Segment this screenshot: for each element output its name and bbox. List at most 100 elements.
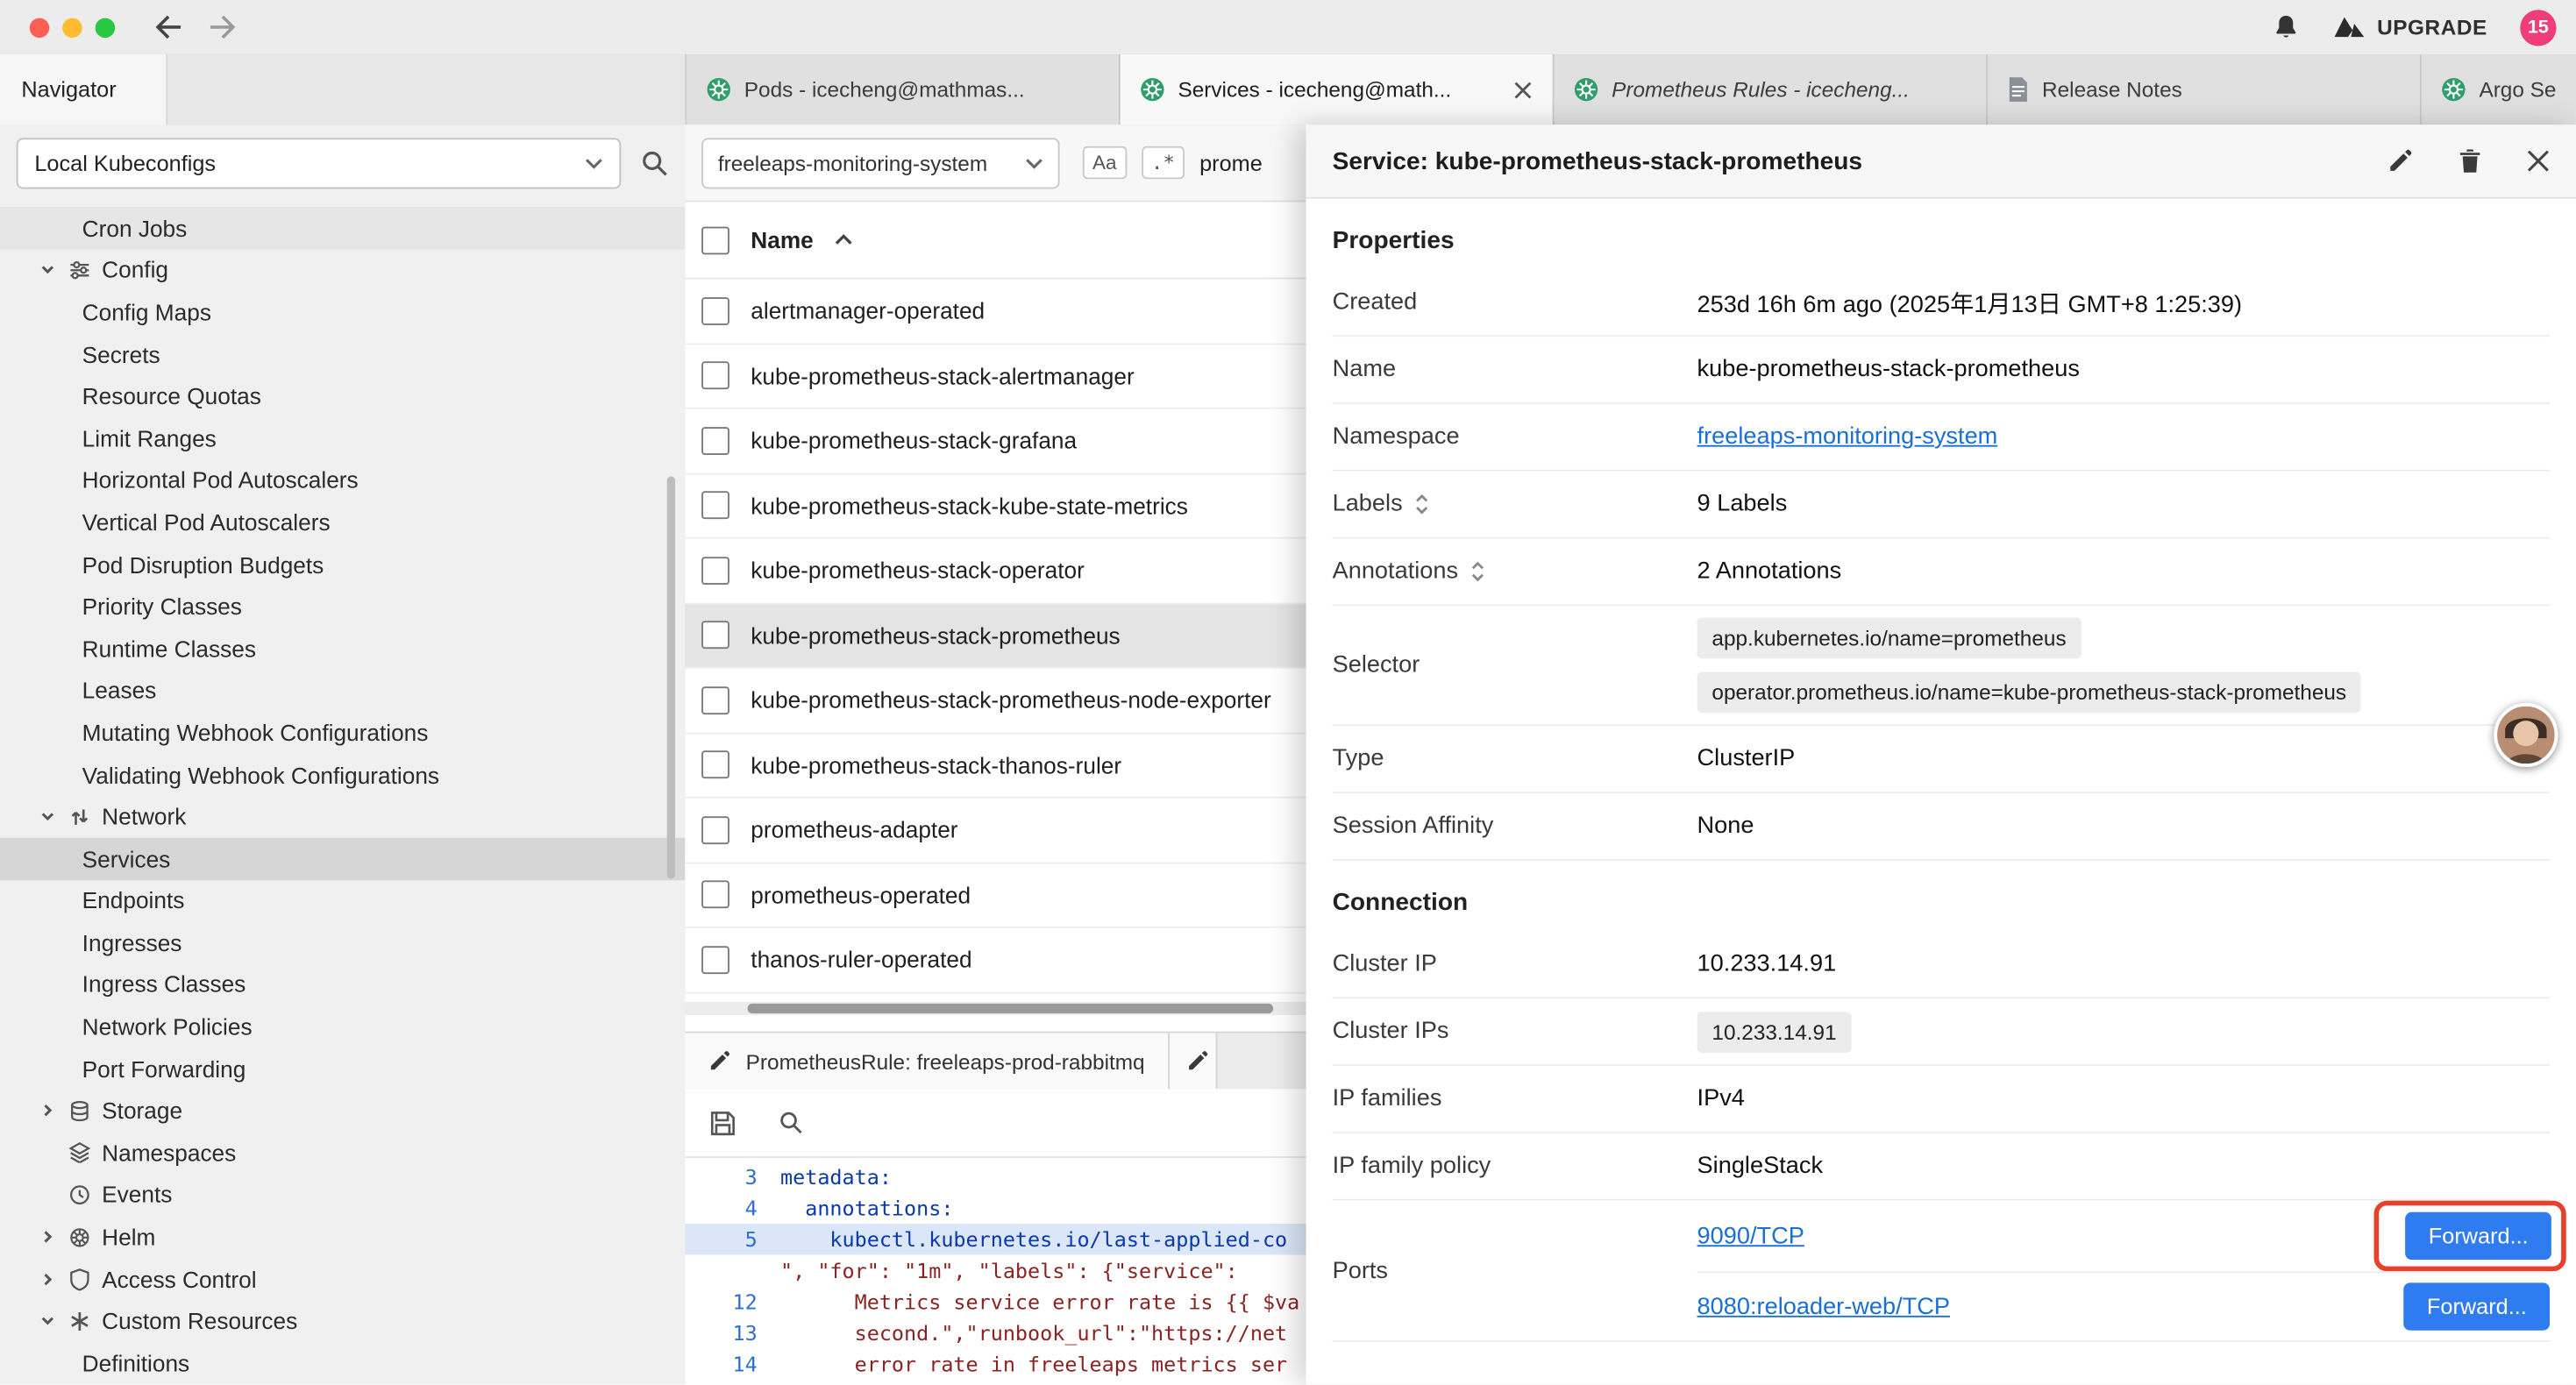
regex-toggle[interactable]: .* (1142, 146, 1185, 179)
sidebar-item[interactable]: Namespaces (0, 1132, 685, 1174)
horizontal-scrollbar[interactable] (748, 1004, 1274, 1013)
edit-icon[interactable] (2387, 148, 2414, 174)
property-label: Created (1333, 289, 1418, 316)
sidebar-item-label: Pod Disruption Budgets (82, 551, 324, 578)
chevron-down-icon[interactable] (39, 808, 69, 825)
name-column-header[interactable]: Name (751, 227, 813, 253)
row-checkbox[interactable] (701, 362, 729, 390)
row-checkbox[interactable] (701, 881, 729, 909)
property-value-cell: 9 Labels (1697, 479, 2550, 529)
sidebar-item[interactable]: Access Control (0, 1258, 685, 1300)
sidebar-item[interactable]: Leases (0, 670, 685, 712)
expand-icon[interactable] (1468, 560, 1486, 583)
line-code: kubectl.kubernetes.io/last-applied-co (780, 1224, 1287, 1255)
sidebar-item[interactable]: Priority Classes (0, 586, 685, 628)
chevron-right-icon[interactable] (39, 1229, 69, 1246)
row-checkbox[interactable] (701, 557, 729, 585)
editor-tab[interactable]: Prometheus Rules - icecheng... (1555, 54, 1989, 125)
row-checkbox[interactable] (701, 686, 729, 714)
minimize-window-button[interactable] (62, 18, 82, 37)
avatar[interactable] (2494, 703, 2558, 767)
close-window-button[interactable] (30, 18, 49, 37)
sidebar-item[interactable]: Events (0, 1174, 685, 1216)
navigator-tab[interactable]: Navigator (0, 54, 167, 125)
row-checkbox[interactable] (701, 492, 729, 520)
kubeconfig-select[interactable]: Local Kubeconfigs (17, 137, 622, 188)
sidebar-scrollbar[interactable] (667, 476, 675, 878)
sidebar-item[interactable]: Resource Quotas (0, 375, 685, 417)
port-link[interactable]: 9090/TCP (1697, 1223, 1804, 1249)
search-icon[interactable] (641, 149, 669, 177)
row-checkbox[interactable] (701, 816, 729, 844)
forward-button[interactable]: Forward... (2404, 1282, 2550, 1330)
list-search[interactable]: Aa .* prome (1083, 146, 1263, 179)
sidebar-item[interactable]: Network (0, 795, 685, 837)
tab-label: Prometheus Rules - icecheng... (1612, 77, 1967, 102)
maximize-window-button[interactable] (96, 18, 115, 37)
sidebar-item[interactable]: Custom Resources (0, 1300, 685, 1342)
sidebar-item[interactable]: Config (0, 249, 685, 291)
row-checkbox[interactable] (701, 946, 729, 974)
close-icon[interactable] (2527, 150, 2550, 173)
sidebar-item[interactable]: Definitions (0, 1342, 685, 1384)
property-value-cell: app.kubernetes.io/name=prometheusoperato… (1697, 606, 2550, 724)
port-link[interactable]: 8080:reloader-web/TCP (1697, 1294, 1950, 1320)
row-checkbox[interactable] (701, 427, 729, 455)
editor-tab[interactable]: Services - icecheng@math... (1121, 54, 1555, 125)
sidebar-item[interactable]: Ingress Classes (0, 963, 685, 1005)
chevron-down-icon[interactable] (39, 262, 69, 279)
notifications-bell-icon[interactable] (2272, 13, 2300, 41)
line-code: annotations: (780, 1192, 953, 1224)
sidebar-item[interactable]: Config Maps (0, 291, 685, 333)
notification-count-badge[interactable]: 15 (2520, 9, 2556, 45)
kube-icon (1140, 77, 1164, 102)
sidebar-item[interactable]: Vertical Pod Autoscalers (0, 501, 685, 543)
namespace-select[interactable]: freeleaps-monitoring-system (701, 137, 1059, 188)
sidebar-item[interactable]: Limit Ranges (0, 417, 685, 459)
property-row: Ports 9090/TCPForward...8080:reloader-we… (1333, 1201, 2550, 1342)
save-icon[interactable] (709, 1110, 736, 1136)
sidebar-item[interactable]: Cron Jobs (0, 207, 685, 249)
search-icon[interactable] (779, 1111, 803, 1135)
row-checkbox[interactable] (701, 751, 729, 779)
row-checkbox[interactable] (701, 297, 729, 325)
sidebar-item[interactable]: Horizontal Pod Autoscalers (0, 459, 685, 501)
sidebar-item[interactable]: Pod Disruption Budgets (0, 543, 685, 586)
sidebar-item[interactable]: Validating Webhook Configurations (0, 754, 685, 796)
sidebar-item[interactable]: Mutating Webhook Configurations (0, 712, 685, 754)
sidebar-item[interactable]: Endpoints (0, 879, 685, 921)
select-all-checkbox[interactable] (701, 226, 729, 254)
sort-ascending-icon[interactable] (835, 233, 853, 246)
upgrade-button[interactable]: UPGRADE (2332, 15, 2487, 39)
chevron-down-icon[interactable] (39, 1313, 69, 1330)
forward-button[interactable]: Forward... (2406, 1212, 2551, 1260)
dock-tab-prometheusrule[interactable]: PrometheusRule: freeleaps-prod-rabbitmq (685, 1033, 1169, 1090)
search-input[interactable]: prome (1199, 150, 1263, 174)
sidebar-item[interactable]: Secrets (0, 333, 685, 375)
tab-close-icon[interactable] (1513, 80, 1533, 99)
chevron-right-icon[interactable] (39, 1103, 69, 1119)
match-case-toggle[interactable]: Aa (1083, 146, 1127, 179)
delete-icon[interactable] (2458, 148, 2482, 174)
sidebar-item[interactable]: Port Forwarding (0, 1048, 685, 1090)
sidebar-item[interactable]: Network Policies (0, 1005, 685, 1048)
sidebar-item[interactable]: Runtime Classes (0, 628, 685, 670)
editor-tab[interactable]: Release Notes (1988, 54, 2422, 125)
property-label: Type (1333, 746, 1384, 772)
service-name: kube-prometheus-stack-prometheus (751, 622, 1120, 649)
dock-tab-next-partial[interactable] (1170, 1033, 1217, 1090)
back-icon[interactable] (154, 15, 182, 39)
sidebar-item[interactable]: Helm (0, 1216, 685, 1258)
sidebar-item[interactable]: Storage (0, 1090, 685, 1132)
namespace-link[interactable]: freeleaps-monitoring-system (1697, 423, 2550, 450)
sidebar-item[interactable]: Services (0, 837, 685, 879)
sidebar-item[interactable]: Ingresses (0, 921, 685, 963)
row-checkbox[interactable] (701, 621, 729, 650)
property-value: None (1697, 813, 2550, 839)
chevron-right-icon[interactable] (39, 1271, 69, 1288)
expand-icon[interactable] (1413, 493, 1431, 515)
editor-tab[interactable]: Argo Se (2422, 54, 2576, 125)
forward-icon[interactable] (209, 15, 237, 39)
editor-tab[interactable]: Pods - icecheng@mathmas... (687, 54, 1121, 125)
line-number: 5 (685, 1224, 780, 1255)
